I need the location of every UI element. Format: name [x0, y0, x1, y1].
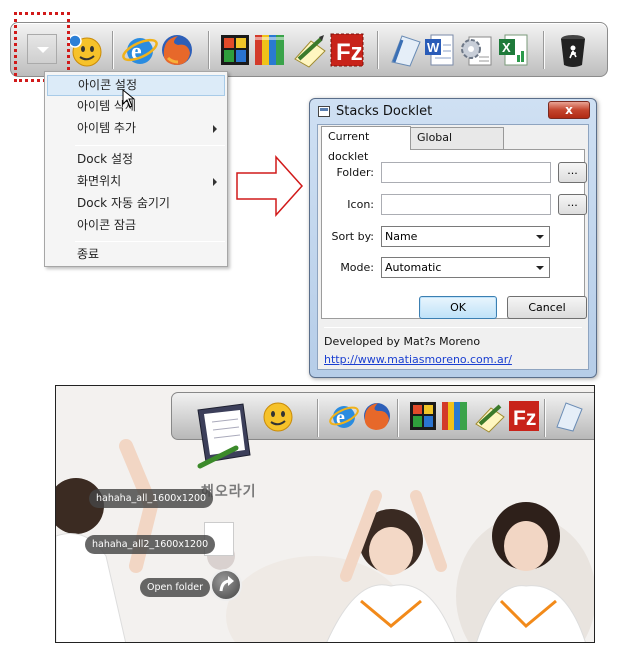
- chevron-down-icon: [536, 235, 544, 239]
- menu-item-icon-settings[interactable]: 아이콘 설정: [47, 75, 225, 96]
- menu-item-add-item[interactable]: 아이템 추가: [47, 118, 225, 139]
- open-folder-icon[interactable]: [210, 569, 242, 601]
- dock-separator: [112, 31, 114, 69]
- developer-credit: Developed by Mat?s Moreno: [324, 335, 481, 348]
- dock-separator: [544, 399, 546, 437]
- stack-item-1[interactable]: hahaha_all_1600x1200: [89, 489, 214, 508]
- open-folder-button[interactable]: Open folder: [140, 578, 210, 597]
- planner-stack-icon[interactable]: [188, 400, 268, 470]
- menu-item-label: Dock 설정: [77, 152, 134, 166]
- menu-item-screen-position[interactable]: 화면위치: [47, 171, 225, 192]
- folder-label: Folder:: [336, 166, 374, 179]
- word-icon[interactable]: W: [423, 31, 457, 69]
- dock-separator: [543, 31, 545, 69]
- svg-text:X: X: [502, 40, 511, 55]
- internet-explorer-icon[interactable]: e: [327, 399, 361, 433]
- preview-screenshot: e Fz 해오라기 hahaha_all_1600x1200 hahaha_al…: [55, 385, 595, 643]
- menu-item-delete-item[interactable]: 아이템 삭제: [47, 96, 225, 117]
- menu-item-label: Dock 자동 숨기기: [77, 196, 170, 210]
- context-menu: 아이콘 설정 아이템 삭제 아이템 추가 Dock 설정 화면위치 Dock 자…: [44, 71, 228, 267]
- ok-button[interactable]: OK: [419, 296, 497, 319]
- dock-separator: [397, 399, 399, 437]
- chevron-down-icon: [37, 47, 49, 53]
- divider: [324, 327, 582, 328]
- settings-doc-icon[interactable]: [459, 31, 495, 69]
- menu-item-dock-settings[interactable]: Dock 설정: [47, 149, 225, 170]
- mode-select[interactable]: Automatic: [381, 257, 550, 278]
- curved-arrow-icon: [219, 576, 234, 592]
- chevron-down-icon: [536, 266, 544, 270]
- folder-browse-button[interactable]: ...: [558, 162, 587, 183]
- close-button[interactable]: x: [548, 101, 590, 119]
- developer-link[interactable]: http://www.matiasmoreno.com.ar/: [324, 353, 512, 366]
- menu-item-exit[interactable]: 종료: [47, 244, 225, 265]
- mode-value: Automatic: [385, 261, 442, 274]
- menu-separator: [75, 241, 225, 242]
- dock-separator: [377, 31, 379, 69]
- grid-app-icon[interactable]: [219, 33, 251, 67]
- messenger-icon[interactable]: [67, 32, 103, 68]
- sort-by-value: Name: [385, 230, 418, 243]
- menu-item-label: 종료: [77, 247, 100, 261]
- dialog-body: Current docklet Global settings Folder: …: [317, 124, 589, 370]
- svg-text:Fz: Fz: [336, 39, 363, 66]
- icon-label: Icon:: [347, 198, 374, 211]
- dock-menu-button[interactable]: [27, 34, 57, 64]
- notepad-pen-icon[interactable]: [473, 399, 507, 433]
- firefox-icon[interactable]: [360, 399, 394, 433]
- notebook-icon[interactable]: [388, 32, 422, 68]
- icon-field[interactable]: [381, 194, 551, 215]
- chevron-right-icon: [213, 178, 217, 186]
- filezilla-icon[interactable]: Fz: [329, 32, 365, 68]
- menu-item-auto-hide[interactable]: Dock 자동 숨기기: [47, 193, 225, 214]
- cancel-button[interactable]: Cancel: [507, 296, 587, 319]
- menu-item-label: 화면위치: [77, 174, 122, 188]
- filezilla-icon[interactable]: Fz: [508, 400, 540, 432]
- dock-separator: [317, 399, 319, 437]
- dock-bar: e Fz W X: [10, 22, 608, 77]
- notebook-icon[interactable]: [554, 400, 584, 432]
- tab-global-settings[interactable]: Global settings: [410, 127, 504, 164]
- window-icon: [318, 106, 330, 117]
- arrow-right-icon: [236, 155, 304, 217]
- menu-separator: [75, 145, 225, 146]
- stacks-docklet-dialog: Stacks Docklet x Current docklet Global …: [309, 98, 597, 378]
- stack-item-2[interactable]: hahaha_all2_1600x1200: [85, 535, 216, 554]
- tab-panel: Folder: ... Icon: ... Sort by: Name Mode…: [321, 149, 587, 319]
- firefox-icon[interactable]: [158, 31, 196, 69]
- menu-item-label: 아이콘 잠금: [77, 218, 137, 232]
- binders-icon[interactable]: [253, 31, 289, 69]
- icon-browse-button[interactable]: ...: [558, 194, 587, 215]
- grid-app-icon[interactable]: [409, 401, 437, 431]
- menu-item-lock-icons[interactable]: 아이콘 잠금: [47, 215, 225, 236]
- menu-item-label: 아이템 추가: [77, 121, 137, 135]
- chevron-right-icon: [213, 125, 217, 133]
- binders-icon[interactable]: [440, 399, 472, 433]
- tab-current-docklet[interactable]: Current docklet: [321, 126, 411, 163]
- internet-explorer-icon[interactable]: e: [121, 31, 159, 69]
- svg-text:Fz: Fz: [513, 407, 536, 430]
- notepad-pen-icon[interactable]: [291, 31, 329, 69]
- sort-by-select[interactable]: Name: [381, 226, 550, 247]
- svg-text:W: W: [427, 40, 440, 55]
- sort-by-label: Sort by:: [331, 230, 374, 243]
- mouse-cursor-icon: [122, 89, 136, 108]
- dialog-title: Stacks Docklet: [336, 104, 433, 119]
- trash-icon[interactable]: [557, 31, 589, 69]
- dock-separator: [208, 31, 210, 69]
- excel-icon[interactable]: X: [497, 31, 531, 69]
- folder-field[interactable]: [381, 162, 551, 183]
- mode-label: Mode:: [340, 261, 374, 274]
